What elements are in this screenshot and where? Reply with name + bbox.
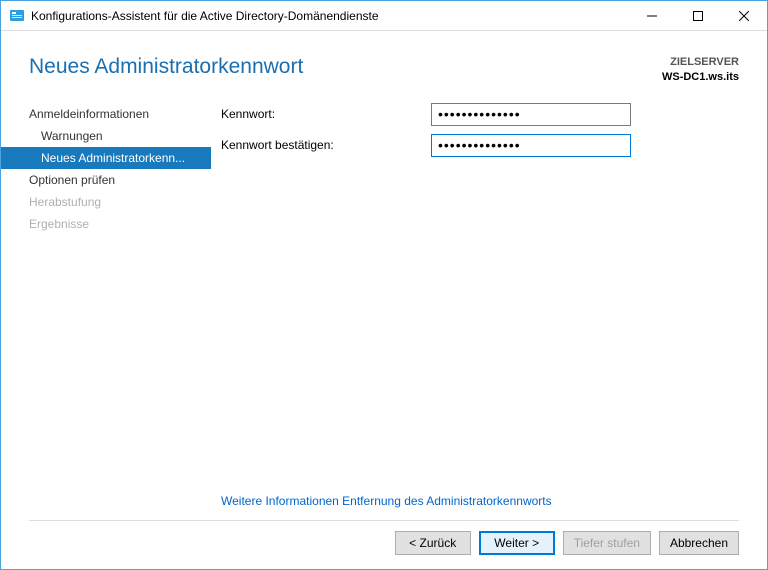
confirm-password-input[interactable] — [431, 134, 631, 157]
close-button[interactable] — [721, 1, 767, 31]
target-server-block: ZIELSERVER WS-DC1.ws.its — [662, 55, 739, 85]
row-password: Kennwort: — [221, 103, 739, 126]
page-title: Neues Administratorkennwort — [29, 55, 662, 79]
step-new-admin-password[interactable]: Neues Administratorkenn... — [1, 147, 211, 169]
app-icon — [9, 8, 25, 24]
more-info-link[interactable]: Weitere Informationen Entfernung des Adm… — [221, 486, 739, 516]
step-credentials[interactable]: Anmeldeinformationen — [1, 103, 211, 125]
row-confirm-password: Kennwort bestätigen: — [221, 134, 739, 157]
confirm-password-label: Kennwort bestätigen: — [221, 138, 431, 152]
step-demotion: Herabstufung — [1, 191, 211, 213]
step-results: Ergebnisse — [1, 213, 211, 235]
header-area: Neues Administratorkennwort ZIELSERVER W… — [1, 31, 767, 103]
cancel-button[interactable]: Abbrechen — [659, 531, 739, 555]
demote-button: Tiefer stufen — [563, 531, 651, 555]
next-button[interactable]: Weiter > — [479, 531, 555, 555]
footer-buttons: < Zurück Weiter > Tiefer stufen Abbreche… — [1, 531, 767, 561]
footer-separator — [29, 520, 739, 521]
middle-area: Anmeldeinformationen Warnungen Neues Adm… — [1, 103, 767, 516]
step-warnings[interactable]: Warnungen — [1, 125, 211, 147]
content-spacer — [221, 165, 739, 486]
window-title: Konfigurations-Assistent für die Active … — [31, 9, 629, 23]
minimize-button[interactable] — [629, 1, 675, 31]
back-button[interactable]: < Zurück — [395, 531, 471, 555]
password-label: Kennwort: — [221, 107, 431, 121]
wizard-steps-sidebar: Anmeldeinformationen Warnungen Neues Adm… — [1, 103, 211, 516]
content-pane: Kennwort: Kennwort bestätigen: Weitere I… — [211, 103, 767, 516]
titlebar: Konfigurations-Assistent für die Active … — [1, 1, 767, 31]
wizard-body: Neues Administratorkennwort ZIELSERVER W… — [1, 31, 767, 569]
wizard-window: Konfigurations-Assistent für die Active … — [0, 0, 768, 570]
password-input[interactable] — [431, 103, 631, 126]
step-review-options[interactable]: Optionen prüfen — [1, 169, 211, 191]
target-server-label: ZIELSERVER — [662, 55, 739, 70]
target-server-name: WS-DC1.ws.its — [662, 70, 739, 85]
maximize-button[interactable] — [675, 1, 721, 31]
